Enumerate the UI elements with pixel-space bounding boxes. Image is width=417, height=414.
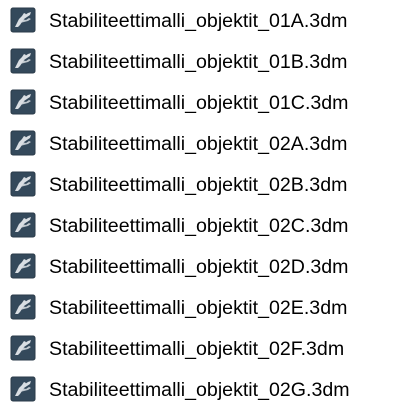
file-name-label: Stabiliteettimalli_objektit_02E.3dm <box>49 297 348 319</box>
rhino-3dm-file-icon <box>10 376 36 402</box>
file-list-item[interactable]: Stabiliteettimalli_objektit_01A.3dm <box>0 0 417 40</box>
file-name-label: Stabiliteettimalli_objektit_02G.3dm <box>49 379 350 401</box>
file-name-label: Stabiliteettimalli_objektit_02C.3dm <box>49 215 349 237</box>
file-name-label: Stabiliteettimalli_objektit_01B.3dm <box>49 51 348 73</box>
file-name-label: Stabiliteettimalli_objektit_01C.3dm <box>49 92 349 114</box>
file-list-item[interactable]: Stabiliteettimalli_objektit_02A.3dm <box>0 123 417 163</box>
file-list-item[interactable]: Stabiliteettimalli_objektit_02G.3dm <box>0 369 417 409</box>
file-name-label: Stabiliteettimalli_objektit_02B.3dm <box>49 174 348 196</box>
rhino-3dm-file-icon <box>10 130 36 156</box>
file-name-label: Stabiliteettimalli_objektit_02D.3dm <box>49 256 349 278</box>
file-list-item[interactable]: Stabiliteettimalli_objektit_02F.3dm <box>0 328 417 368</box>
file-name-label: Stabiliteettimalli_objektit_02A.3dm <box>49 133 348 155</box>
rhino-3dm-file-icon <box>10 48 36 74</box>
rhino-3dm-file-icon <box>10 294 36 320</box>
file-name-label: Stabiliteettimalli_objektit_02F.3dm <box>49 338 345 360</box>
rhino-3dm-file-icon <box>10 335 36 361</box>
file-list-item[interactable]: Stabiliteettimalli_objektit_02C.3dm <box>0 205 417 245</box>
rhino-3dm-file-icon <box>10 212 36 238</box>
rhino-3dm-file-icon <box>10 171 36 197</box>
file-list-item[interactable]: Stabiliteettimalli_objektit_02D.3dm <box>0 246 417 286</box>
file-list-item[interactable]: Stabiliteettimalli_objektit_02B.3dm <box>0 164 417 204</box>
file-list-item[interactable]: Stabiliteettimalli_objektit_01C.3dm <box>0 82 417 122</box>
file-list-item[interactable]: Stabiliteettimalli_objektit_01B.3dm <box>0 41 417 81</box>
rhino-3dm-file-icon <box>10 89 36 115</box>
rhino-3dm-file-icon <box>10 7 36 33</box>
rhino-3dm-file-icon <box>10 253 36 279</box>
file-list: Stabiliteettimalli_objektit_01A.3dm Stabi… <box>0 0 417 414</box>
file-name-label: Stabiliteettimalli_objektit_01A.3dm <box>49 10 348 32</box>
file-list-item[interactable]: Stabiliteettimalli_objektit_02E.3dm <box>0 287 417 327</box>
